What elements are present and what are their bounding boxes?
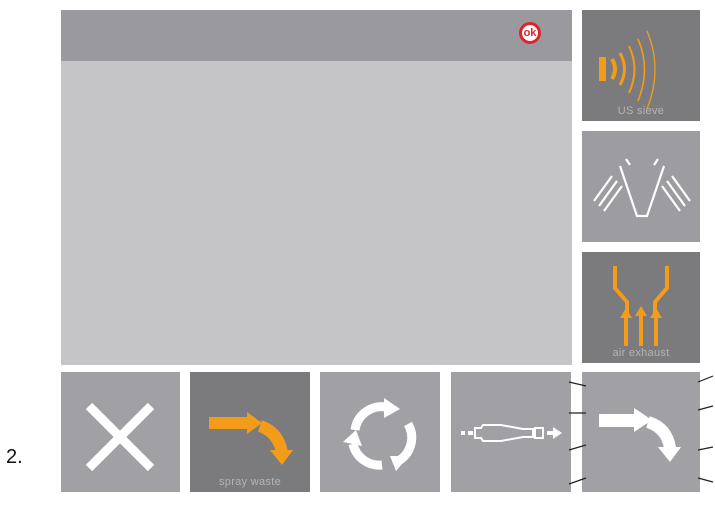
air-exhaust-label: air exhaust: [612, 347, 670, 359]
sieve-button[interactable]: [582, 131, 700, 242]
close-icon: [85, 402, 155, 472]
spray-waste-label: spray waste: [219, 476, 281, 488]
status-bar: [61, 10, 572, 61]
ok-status-badge: ok: [519, 22, 541, 44]
sieve-funnel-icon: [593, 158, 691, 218]
spray-gun-button[interactable]: [451, 372, 571, 492]
us-sieve-button[interactable]: US sieve: [582, 10, 700, 121]
step-number: 2.: [6, 446, 23, 468]
spray-gun-icon: [461, 424, 562, 442]
air-exhaust-button[interactable]: air exhaust: [582, 252, 700, 363]
redirect-button[interactable]: [582, 372, 700, 492]
ok-label: ok: [523, 27, 537, 39]
spray-waste-button[interactable]: spray waste: [190, 372, 310, 492]
recycle-icon: [343, 398, 417, 471]
cancel-button[interactable]: [61, 372, 180, 492]
spray-waste-arrow-icon: [209, 412, 293, 465]
main-display-panel: [61, 10, 572, 365]
redirect-arrow-icon: [599, 408, 681, 462]
recirculate-button[interactable]: [320, 372, 440, 492]
us-sieve-label: US sieve: [617, 105, 665, 117]
